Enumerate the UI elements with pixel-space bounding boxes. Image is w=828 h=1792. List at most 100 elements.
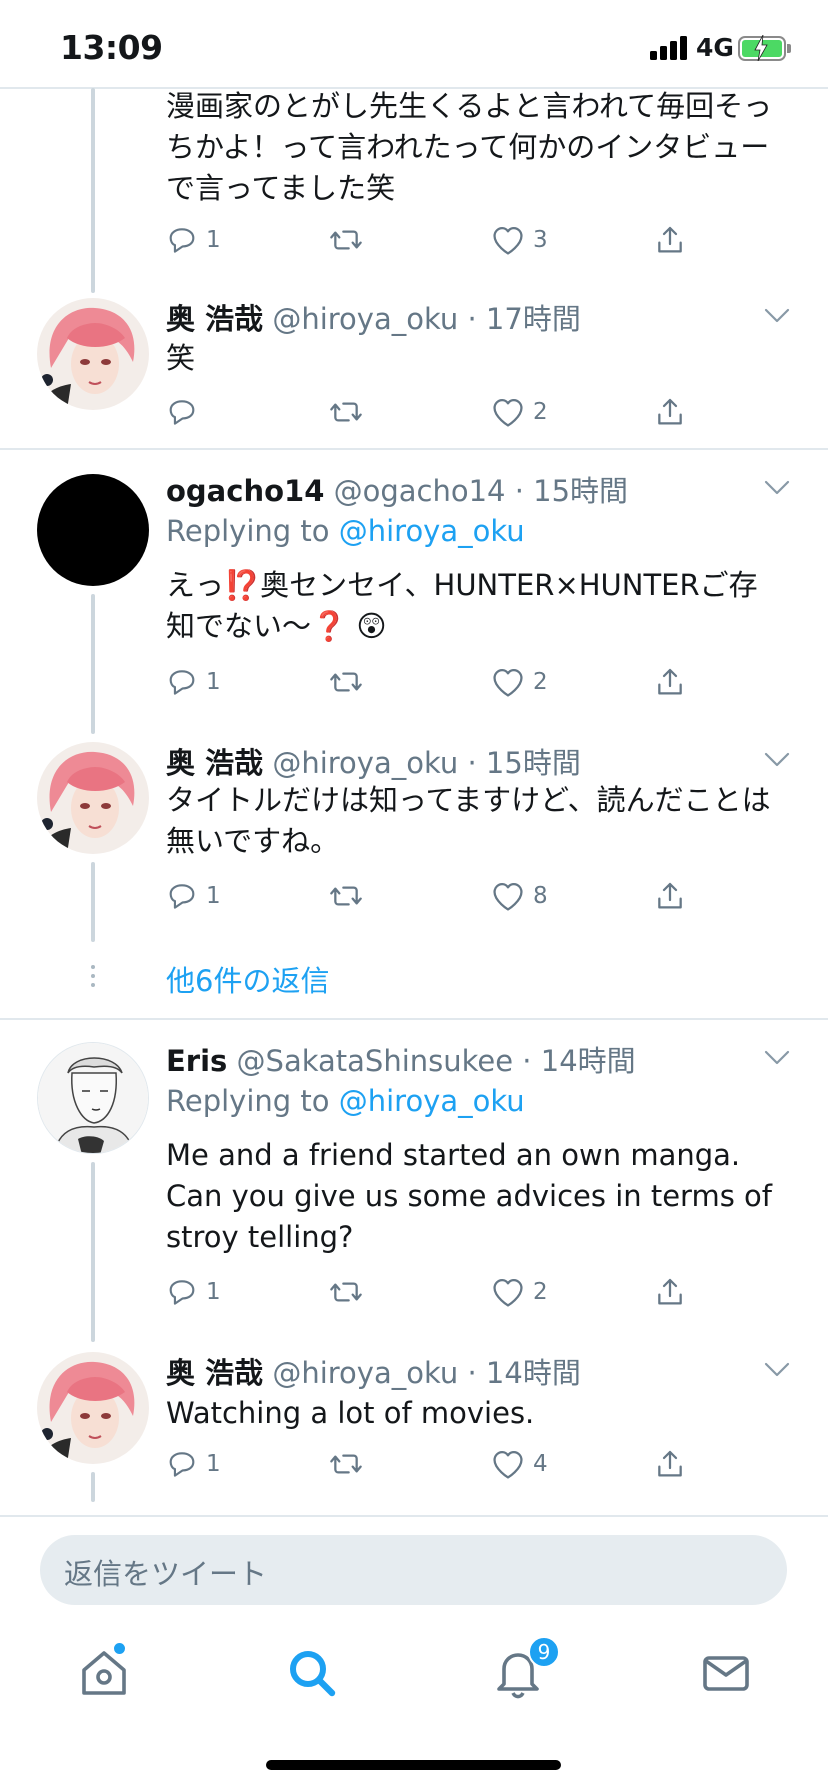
- retweet-button[interactable]: [328, 220, 364, 260]
- conversation-divider: [0, 448, 828, 450]
- share-button[interactable]: [654, 876, 686, 916]
- status-time: 13:09: [60, 28, 163, 67]
- retweet-button[interactable]: [328, 662, 364, 702]
- chevron-down-icon[interactable]: [763, 751, 791, 769]
- heart-icon: [493, 398, 523, 427]
- author-handle[interactable]: @ogacho14: [334, 474, 506, 508]
- avatar[interactable]: [37, 1042, 149, 1154]
- author-name[interactable]: 奥 浩哉: [166, 746, 263, 780]
- more-replies-link[interactable]: 他6件の返信: [166, 958, 329, 1000]
- tweet-time: 17時間: [485, 302, 581, 336]
- author-handle[interactable]: @hiroya_oku: [272, 302, 458, 336]
- like-count: 4: [533, 1451, 548, 1477]
- like-button[interactable]: 2: [491, 1272, 548, 1312]
- author-name[interactable]: 奥 浩哉: [166, 302, 263, 336]
- author-handle[interactable]: @hiroya_oku: [272, 746, 458, 780]
- like-count: 3: [533, 227, 548, 253]
- battery-icon: [738, 35, 791, 61]
- chevron-down-icon[interactable]: [763, 1361, 791, 1379]
- reply-button[interactable]: [166, 392, 198, 432]
- like-button[interactable]: 3: [491, 220, 548, 260]
- network-type: 4G: [696, 33, 734, 62]
- retweet-button[interactable]: [328, 392, 364, 432]
- share-button[interactable]: [654, 1272, 686, 1312]
- heart-icon: [493, 1278, 523, 1307]
- like-button[interactable]: 8: [491, 876, 548, 916]
- home-new-dot: [114, 1643, 125, 1654]
- reply-count: 1: [206, 1451, 221, 1477]
- share-icon: [658, 1278, 682, 1305]
- status-bar: 13:09 4G: [0, 0, 828, 88]
- author-handle[interactable]: @SakataShinsukee: [237, 1044, 514, 1078]
- reply-icon: [169, 400, 195, 425]
- tweet-header: 奥 浩哉 @hiroya_oku · 17時間: [166, 302, 581, 336]
- reply-icon: [169, 670, 195, 695]
- tweet-text: 笑: [166, 341, 196, 375]
- thread-line: [91, 1162, 95, 1342]
- tweet-time: 14時間: [540, 1044, 636, 1078]
- tweet-time: 15時間: [533, 474, 629, 508]
- chevron-down-icon[interactable]: [763, 479, 791, 497]
- replying-to-link[interactable]: @hiroya_oku: [339, 514, 525, 548]
- like-button[interactable]: 4: [491, 1444, 548, 1484]
- home-indicator: [266, 1760, 561, 1770]
- share-icon: [658, 398, 682, 425]
- author-handle[interactable]: @hiroya_oku: [272, 1356, 458, 1390]
- reply-count: 1: [206, 227, 221, 253]
- like-button[interactable]: 2: [491, 392, 548, 432]
- tweet-header: Eris @SakataShinsukee · 14時間: [166, 1044, 636, 1078]
- tweet-text: Me and a friend started an own manga. Ca…: [166, 1138, 772, 1254]
- share-button[interactable]: [654, 220, 686, 260]
- nav-messages[interactable]: [698, 1645, 754, 1701]
- reply-button[interactable]: 1: [166, 876, 221, 916]
- reply-button[interactable]: 1: [166, 220, 221, 260]
- reply-icon: [169, 1452, 195, 1477]
- chevron-down-icon[interactable]: [763, 307, 791, 325]
- avatar[interactable]: [37, 474, 149, 586]
- heart-icon: [493, 668, 523, 697]
- reply-button[interactable]: 1: [166, 662, 221, 702]
- avatar[interactable]: [37, 298, 149, 410]
- home-icon: [82, 1651, 126, 1695]
- share-icon: [658, 1450, 682, 1477]
- share-button[interactable]: [654, 392, 686, 432]
- replying-to-label: Replying to: [166, 1084, 330, 1118]
- share-button[interactable]: [654, 1444, 686, 1484]
- reply-button[interactable]: 1: [166, 1444, 221, 1484]
- thread-line: [91, 88, 95, 293]
- author-name[interactable]: ogacho14: [166, 474, 324, 508]
- tweet-actions: 1 8: [166, 876, 686, 916]
- author-name[interactable]: 奥 浩哉: [166, 1356, 263, 1390]
- replying-to-label: Replying to: [166, 514, 330, 548]
- notification-badge: 9: [528, 1636, 560, 1668]
- like-button[interactable]: 2: [491, 662, 548, 702]
- reply-input[interactable]: 返信をツイート: [40, 1535, 787, 1605]
- avatar[interactable]: [37, 742, 149, 854]
- more-replies-dots: [91, 965, 95, 992]
- replying-to: Replying to @hiroya_oku: [166, 1084, 525, 1118]
- replying-to-link[interactable]: @hiroya_oku: [339, 1084, 525, 1118]
- author-name[interactable]: Eris: [166, 1044, 227, 1078]
- thread-line: [91, 594, 95, 734]
- retweet-icon: [330, 1454, 362, 1474]
- nav-home[interactable]: [76, 1645, 132, 1701]
- reply-count: 1: [206, 883, 221, 909]
- nav-search[interactable]: [284, 1645, 340, 1701]
- like-count: 2: [533, 399, 548, 425]
- chevron-down-icon[interactable]: [763, 1049, 791, 1067]
- reply-button[interactable]: 1: [166, 1272, 221, 1312]
- avatar[interactable]: [37, 1352, 149, 1464]
- tweet-actions: 1 4: [166, 1444, 686, 1484]
- reply-icon: [169, 1280, 195, 1305]
- retweet-button[interactable]: [328, 1444, 364, 1484]
- tweet-actions: 2: [166, 392, 686, 432]
- reply-count: 1: [206, 1279, 221, 1305]
- reply-icon: [169, 884, 195, 909]
- retweet-button[interactable]: [328, 1272, 364, 1312]
- like-count: 2: [533, 669, 548, 695]
- retweet-button[interactable]: [328, 876, 364, 916]
- share-button[interactable]: [654, 662, 686, 702]
- retweet-icon: [330, 230, 362, 250]
- composer-divider: [0, 1515, 828, 1517]
- reply-input-placeholder: 返信をツイート: [64, 1557, 268, 1591]
